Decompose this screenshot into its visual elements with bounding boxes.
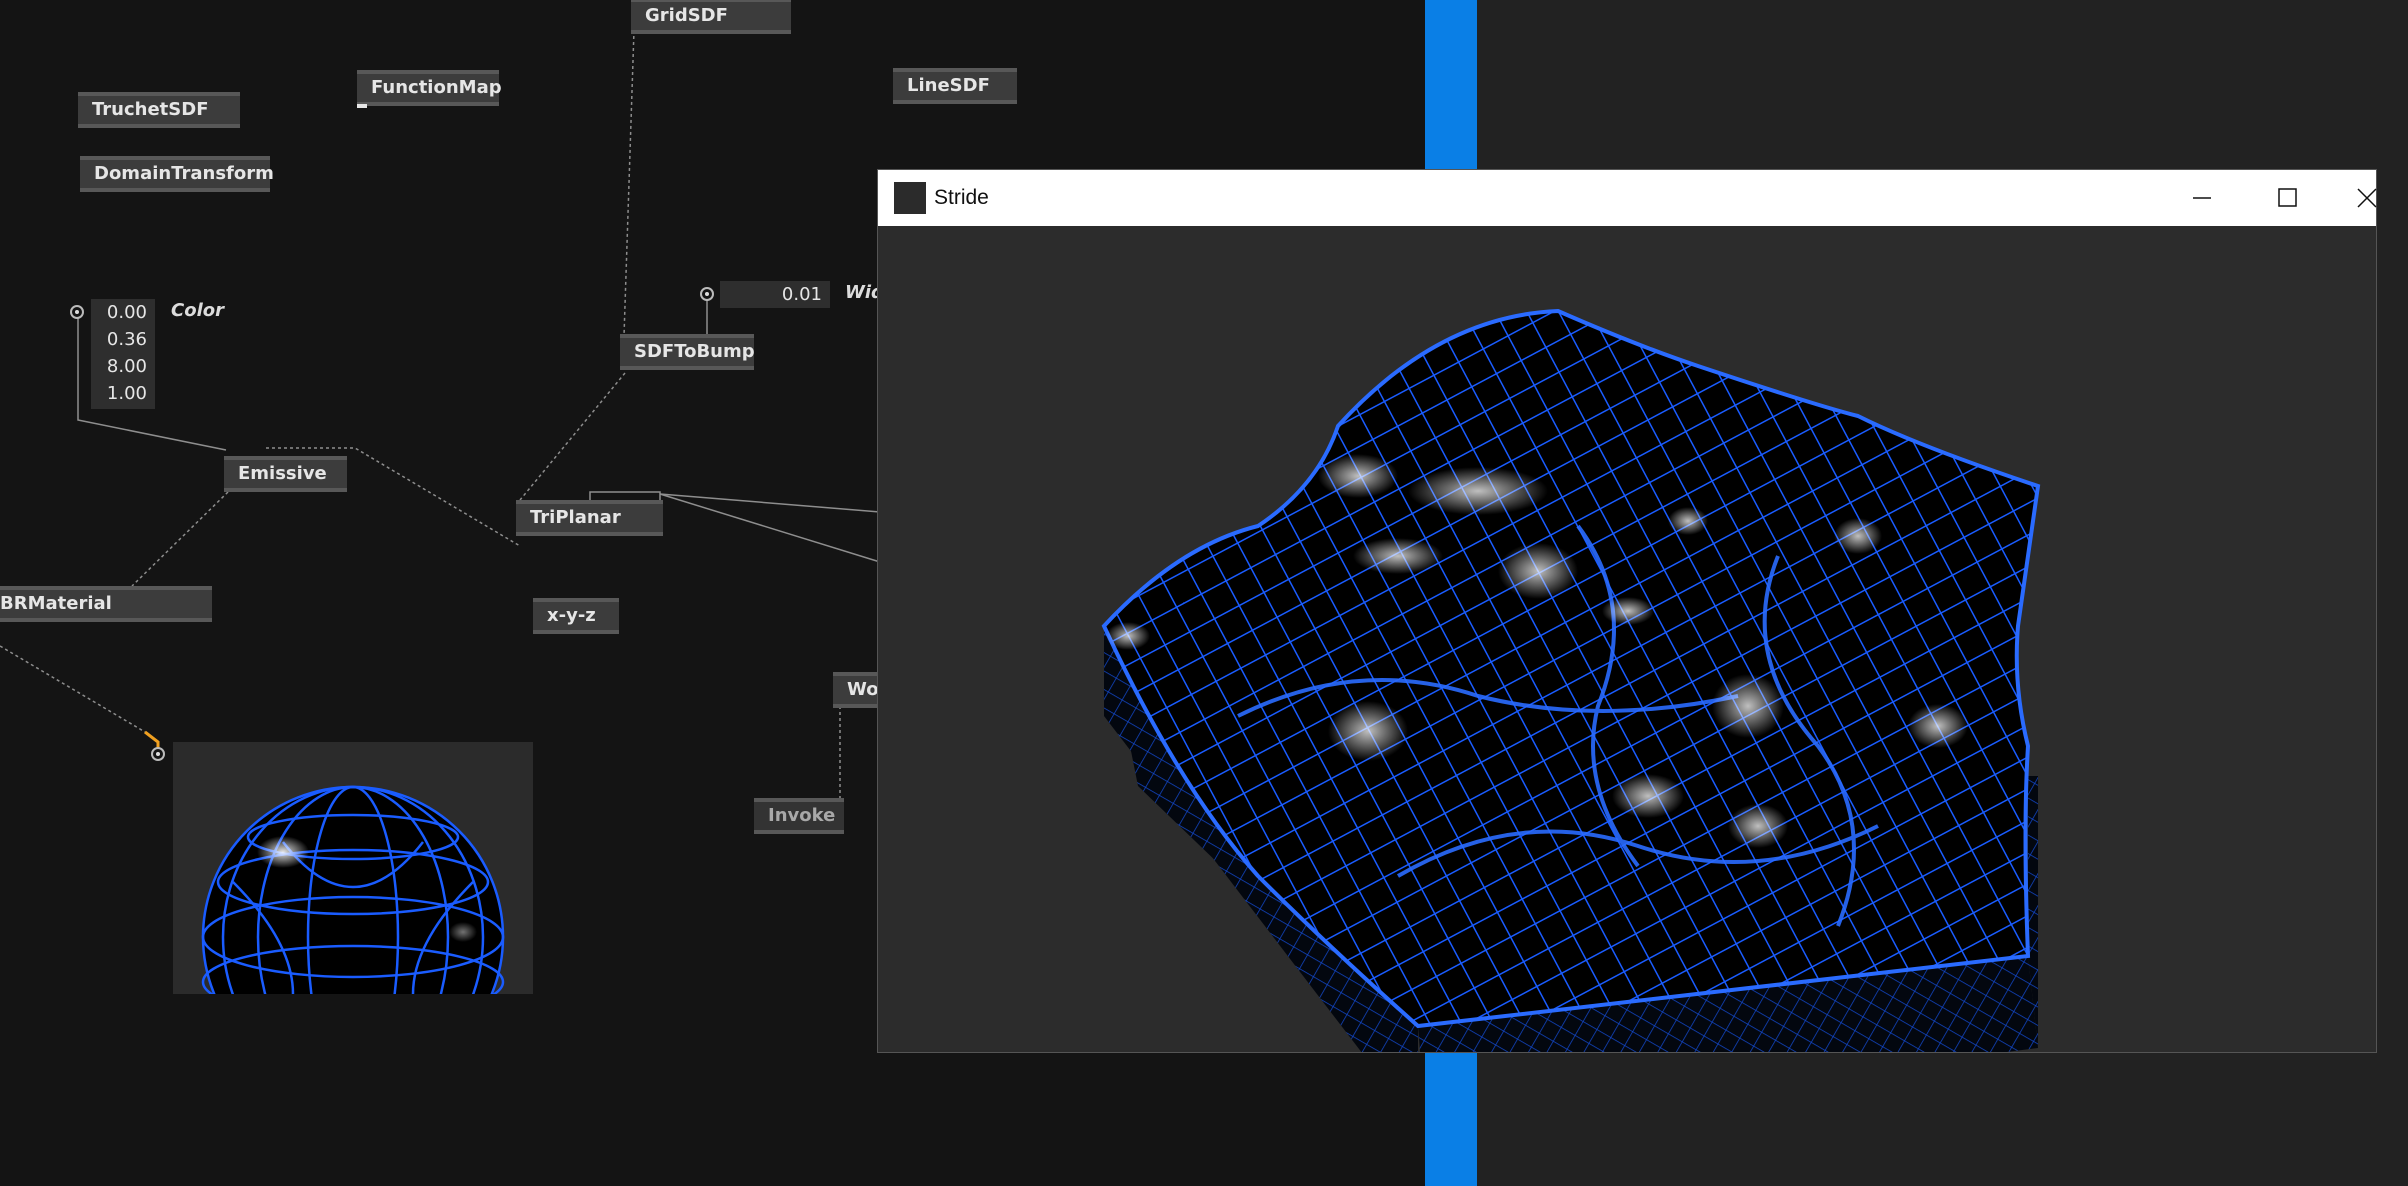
width-pin[interactable]: [700, 287, 714, 301]
xyz-node[interactable]: x-y-z: [533, 598, 619, 634]
maximize-icon: [2278, 188, 2297, 207]
xyz-label: x-y-z: [547, 605, 596, 626]
color-value-g[interactable]: 0.36: [91, 326, 147, 353]
close-button[interactable]: [2336, 170, 2408, 226]
emissive-node[interactable]: Emissive: [224, 456, 347, 492]
close-icon: [2357, 188, 2377, 208]
truchetsdf-label: TruchetSDF: [92, 99, 209, 120]
preview-pin[interactable]: [151, 747, 165, 761]
minimize-button[interactable]: [2161, 170, 2241, 226]
terrain-render: [1101, 308, 2041, 1052]
triplanar-node[interactable]: TriPlanar: [516, 500, 663, 536]
pbrmaterial-label: BRMaterial: [0, 593, 112, 614]
color-label: Color: [171, 300, 224, 321]
color-pin[interactable]: [70, 305, 84, 319]
functionmap-node[interactable]: FunctionMap: [357, 70, 502, 108]
width-value[interactable]: 0.01: [720, 281, 822, 308]
node-pin[interactable]: [357, 104, 367, 108]
emissive-label: Emissive: [238, 463, 327, 484]
gridsdf-label: GridSDF: [645, 5, 728, 26]
functionmap-label: FunctionMap: [371, 77, 502, 98]
stride-window[interactable]: Stride: [878, 170, 2377, 1052]
linesdf-label: LineSDF: [907, 75, 990, 96]
triplanar-label: TriPlanar: [530, 507, 621, 528]
invoke-label: Invoke: [768, 805, 836, 826]
window-title: Stride: [934, 186, 989, 209]
sdftobump-node[interactable]: SDFToBump: [620, 334, 755, 370]
material-preview: [173, 742, 533, 994]
sphere-preview: [201, 785, 505, 994]
window-titlebar[interactable]: Stride: [878, 170, 2377, 226]
app-icon: [894, 182, 926, 214]
invoke-node[interactable]: Invoke: [754, 798, 844, 834]
pbrmaterial-node[interactable]: BRMaterial: [0, 586, 212, 622]
domaintransform-node[interactable]: DomainTransform: [80, 156, 274, 192]
color-iobox[interactable]: 0.00 0.36 8.00 1.00: [91, 299, 155, 409]
maximize-button[interactable]: [2247, 170, 2327, 226]
color-value-b[interactable]: 8.00: [91, 353, 147, 380]
minimize-icon: [2193, 197, 2211, 199]
render-viewport[interactable]: [878, 226, 2376, 1052]
color-value-r[interactable]: 0.00: [91, 299, 147, 326]
sdftobump-label: SDFToBump: [634, 341, 755, 362]
linesdf-node[interactable]: LineSDF: [893, 68, 1017, 104]
color-value-a[interactable]: 1.00: [91, 380, 147, 407]
gridsdf-node[interactable]: GridSDF: [631, 0, 791, 34]
truchetsdf-node[interactable]: TruchetSDF: [78, 92, 240, 128]
width-iobox[interactable]: 0.01: [720, 281, 830, 308]
domaintransform-label: DomainTransform: [94, 163, 274, 184]
